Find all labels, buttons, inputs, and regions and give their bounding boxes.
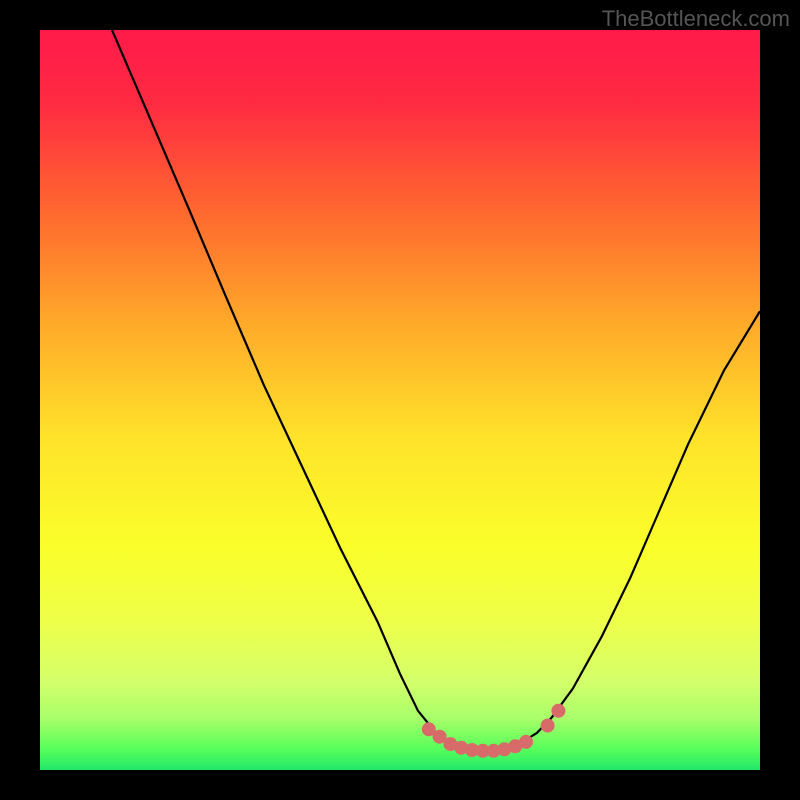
bottleneck-chart — [0, 0, 800, 800]
data-marker — [541, 719, 555, 733]
data-marker — [519, 735, 533, 749]
data-marker — [551, 704, 565, 718]
watermark-text: TheBottleneck.com — [602, 6, 790, 32]
plot-background — [40, 30, 760, 770]
